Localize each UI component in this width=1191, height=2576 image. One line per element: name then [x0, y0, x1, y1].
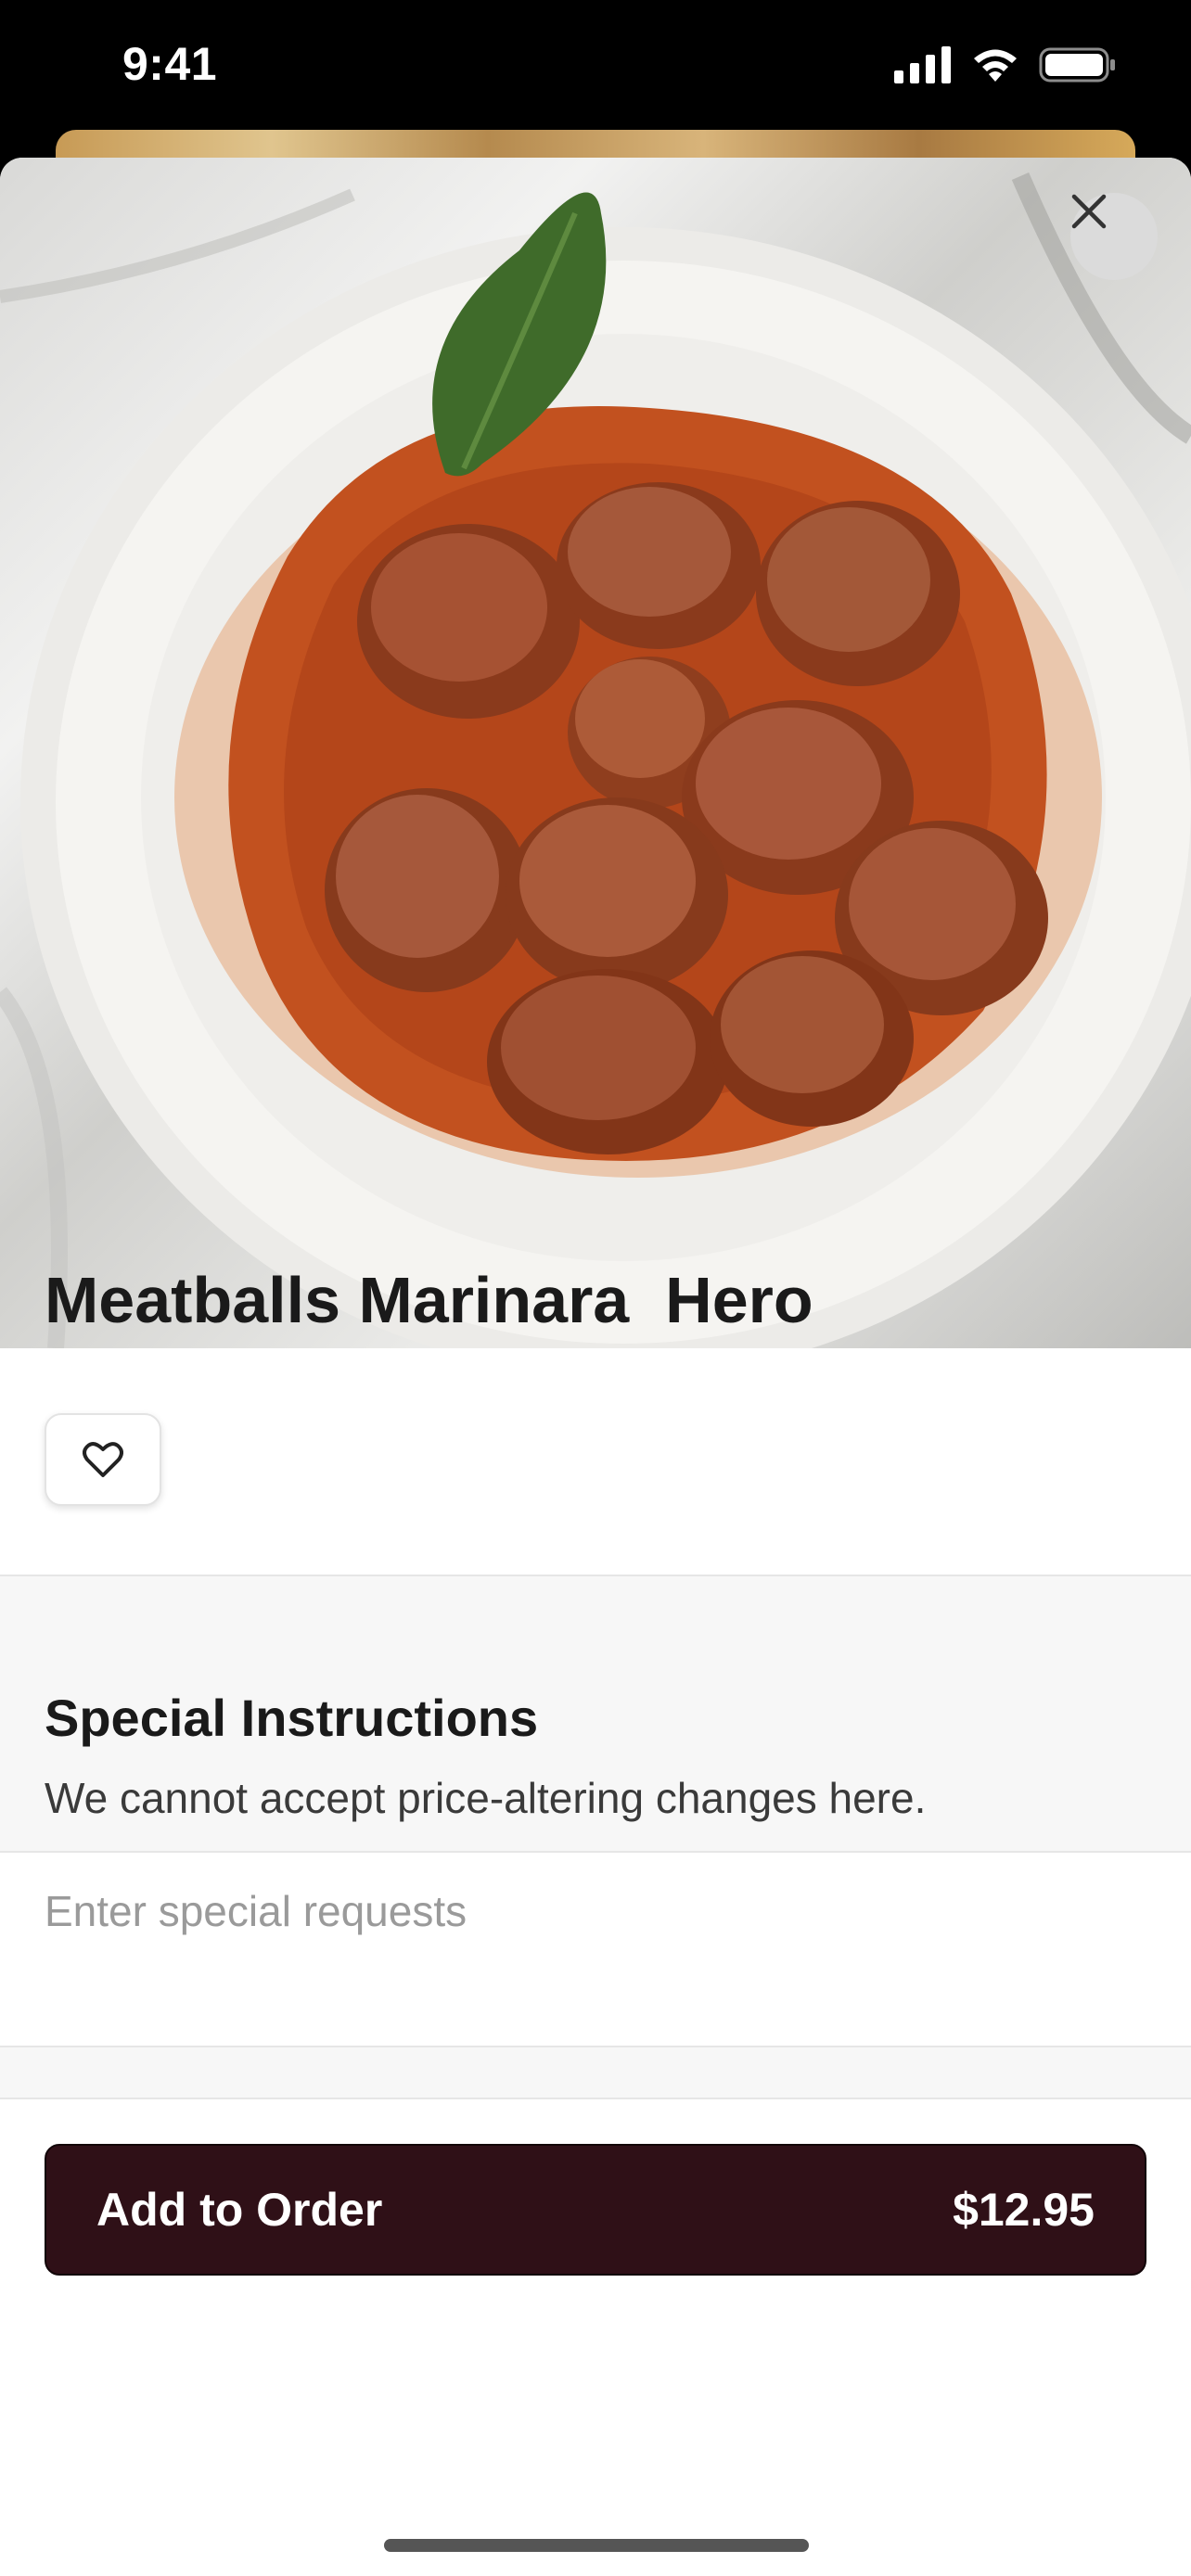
meatballs-marinara-photo: [0, 172, 1191, 1348]
home-indicator[interactable]: [384, 2539, 809, 2552]
section-spacer: [0, 2047, 1191, 2098]
cellular-signal-icon: [894, 46, 951, 83]
add-to-order-label: Add to Order: [96, 2184, 383, 2236]
price-label: $12.95: [953, 2184, 1095, 2236]
hero-image: [0, 158, 1191, 1348]
special-instructions-title: Special Instructions: [45, 1689, 539, 1747]
status-icons: [894, 46, 1117, 83]
heart-icon: [83, 1442, 123, 1477]
wifi-icon: [974, 49, 1017, 82]
favorite-button[interactable]: [45, 1413, 161, 1506]
close-button[interactable]: [1070, 193, 1158, 280]
close-icon: [1071, 194, 1107, 229]
item-title: Meatballs Marinara Hero: [45, 1264, 813, 1336]
special-instructions-subtitle: We cannot accept price-altering changes …: [45, 1774, 927, 1822]
special-requests-input[interactable]: [0, 1853, 1191, 2046]
battery-icon: [1039, 47, 1115, 83]
status-time: 9:41: [122, 38, 218, 90]
add-to-order-button[interactable]: Add to Order $12.95: [45, 2144, 1146, 2276]
